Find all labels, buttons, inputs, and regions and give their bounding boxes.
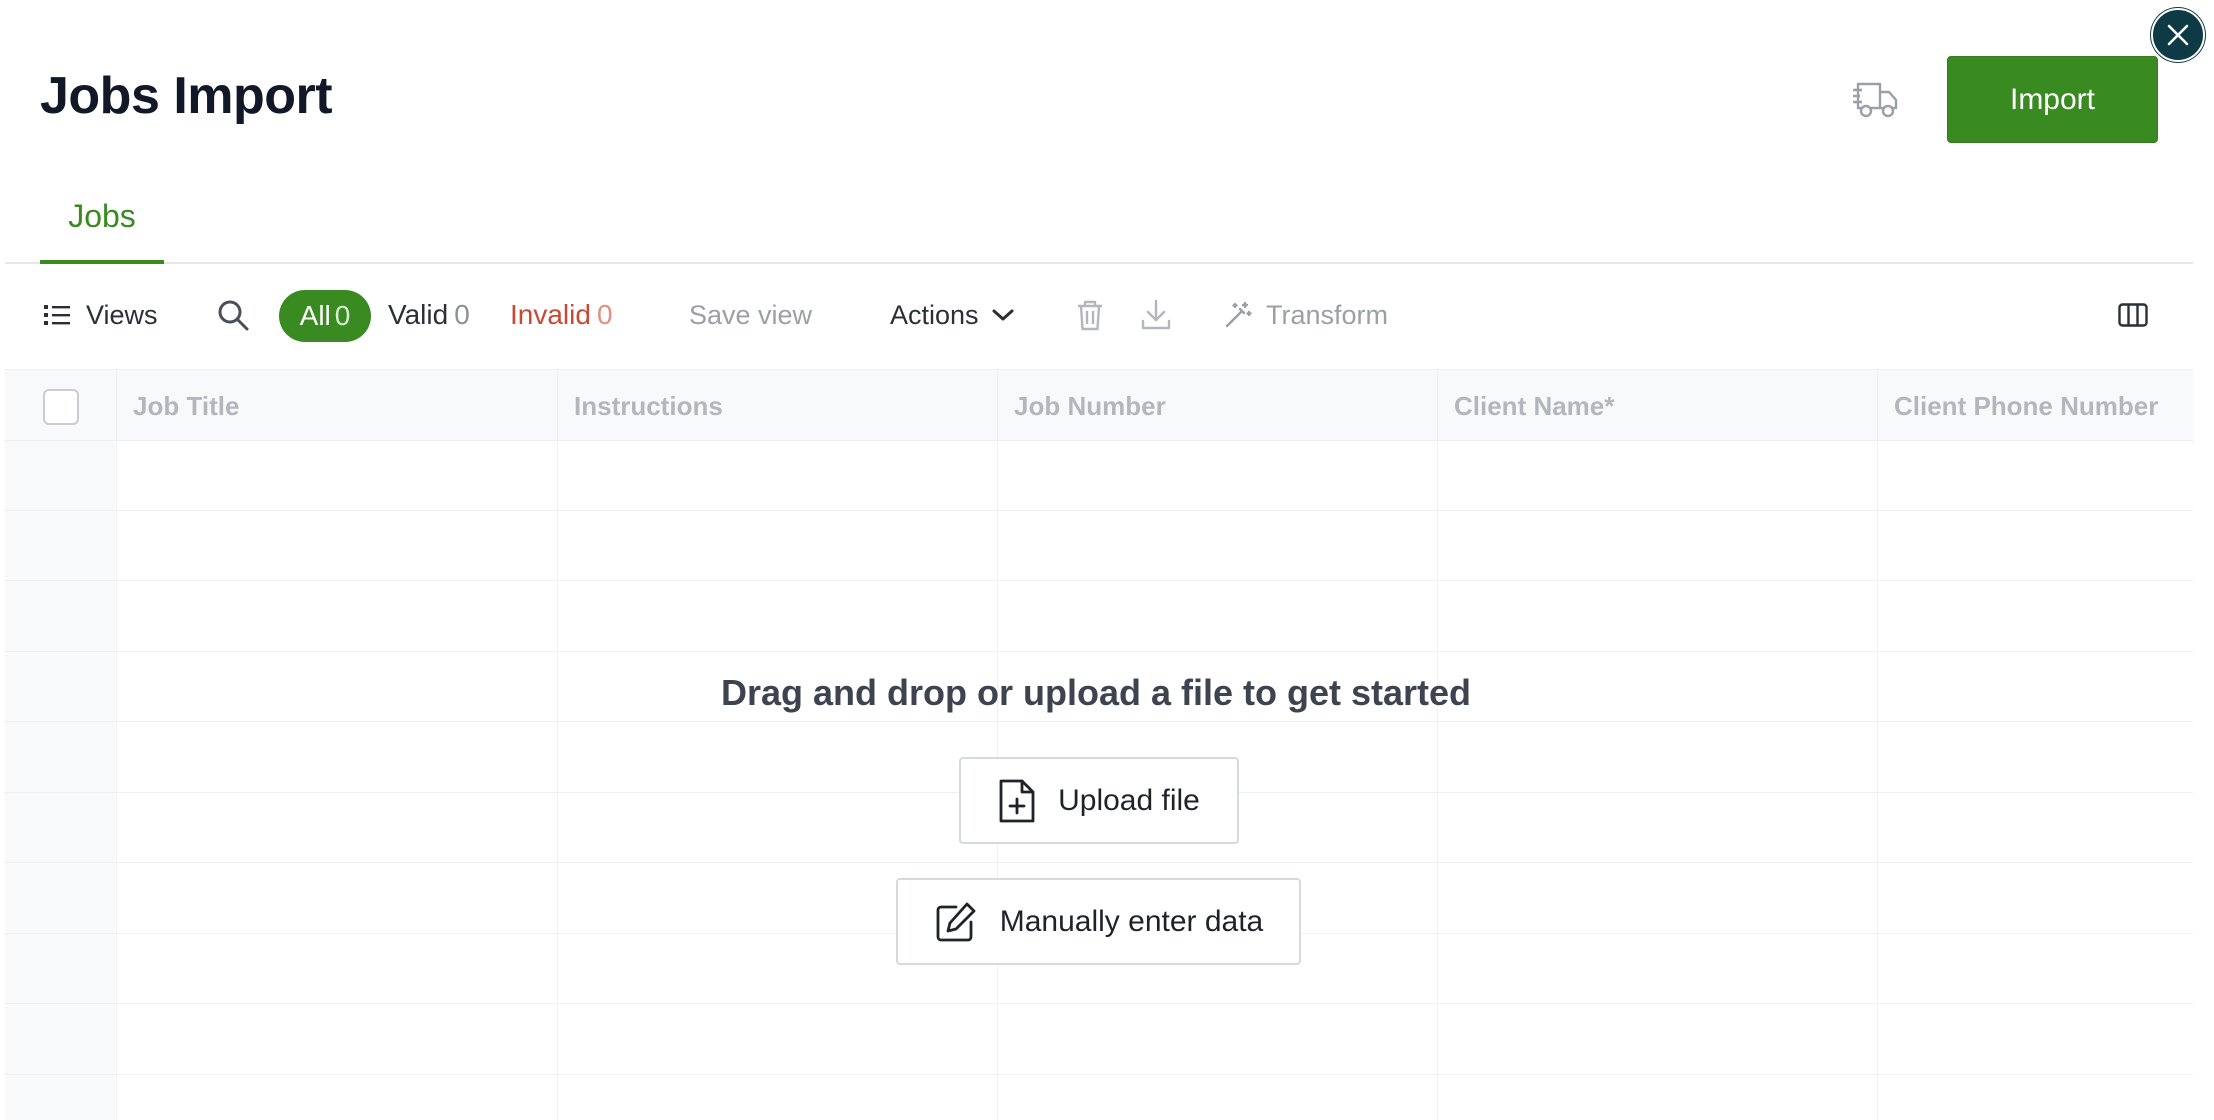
column-header-instructions[interactable]: Instructions xyxy=(557,370,997,442)
manual-entry-button[interactable]: Manually enter data xyxy=(896,878,1301,965)
manual-entry-label: Manually enter data xyxy=(999,904,1264,938)
filter-all-count: 0 xyxy=(334,300,351,331)
row-divider xyxy=(5,862,2193,863)
magic-wand-icon xyxy=(1225,301,1252,328)
column-divider xyxy=(1877,441,1878,1120)
save-view-button[interactable]: Save view xyxy=(689,286,812,344)
download-button[interactable] xyxy=(1141,286,1171,344)
views-button[interactable]: Views xyxy=(44,286,158,344)
filter-valid[interactable]: Valid 0 xyxy=(388,286,470,344)
tab-jobs[interactable]: Jobs xyxy=(40,198,164,264)
filter-invalid[interactable]: Invalid 0 xyxy=(510,286,613,344)
trash-icon xyxy=(1078,300,1102,331)
page-title: Jobs Import xyxy=(40,67,333,125)
row-divider xyxy=(5,510,2193,511)
upload-file-button[interactable]: Upload file xyxy=(959,757,1239,844)
grid-header: Job Title Instructions Job Number Client… xyxy=(5,369,2193,442)
columns-icon xyxy=(2118,303,2148,327)
row-number-column xyxy=(5,441,115,1120)
column-header-client-name[interactable]: Client Name* xyxy=(1437,370,1877,442)
toolbar: Views All 0 Valid 0 Invalid 0 Save view … xyxy=(0,286,2214,344)
empty-state-message: Drag and drop or upload a file to get st… xyxy=(0,672,2196,714)
row-divider xyxy=(5,651,2193,652)
column-divider xyxy=(116,441,117,1120)
filter-invalid-count: 0 xyxy=(596,299,613,330)
row-divider xyxy=(5,721,2193,722)
data-grid: Job Title Instructions Job Number Client… xyxy=(5,369,2193,1120)
empty-state-text: Drag and drop or upload a file to get st… xyxy=(720,672,1472,713)
delete-button[interactable] xyxy=(1076,286,1104,344)
columns-button[interactable] xyxy=(2118,286,2148,344)
filter-valid-count: 0 xyxy=(454,299,470,330)
close-icon xyxy=(2167,24,2189,46)
actions-label: Actions xyxy=(890,299,979,330)
row-divider xyxy=(5,1074,2193,1075)
chevron-down-icon xyxy=(992,309,1014,321)
search-button[interactable] xyxy=(216,286,250,344)
column-divider xyxy=(1437,441,1438,1120)
filter-all-label: All xyxy=(299,300,331,331)
column-header-job-number[interactable]: Job Number xyxy=(997,370,1437,442)
select-all-checkbox[interactable] xyxy=(43,389,79,425)
filter-all[interactable]: All 0 xyxy=(279,290,371,342)
actions-dropdown[interactable]: Actions xyxy=(890,286,1015,344)
views-label: Views xyxy=(86,299,158,330)
edit-icon xyxy=(936,902,976,941)
filter-valid-label: Valid xyxy=(388,299,449,330)
transform-label: Transform xyxy=(1266,299,1389,330)
list-icon xyxy=(44,305,70,325)
search-icon xyxy=(218,300,249,331)
tab-bar: Jobs xyxy=(5,180,2193,264)
column-divider xyxy=(557,441,558,1120)
download-icon xyxy=(1141,299,1171,330)
filter-invalid-label: Invalid xyxy=(510,299,591,330)
import-button[interactable]: Import xyxy=(1947,56,2158,143)
column-header-client-phone-number[interactable]: Client Phone Number xyxy=(1877,370,2193,442)
row-divider xyxy=(5,580,2193,581)
transform-button[interactable]: Transform xyxy=(1224,286,1388,344)
row-divider xyxy=(5,1003,2193,1004)
truck-icon[interactable] xyxy=(1852,78,1900,122)
upload-file-label: Upload file xyxy=(1058,783,1200,817)
close-button[interactable] xyxy=(2151,8,2205,62)
file-plus-icon xyxy=(999,779,1035,822)
column-header-job-title[interactable]: Job Title xyxy=(116,370,557,442)
